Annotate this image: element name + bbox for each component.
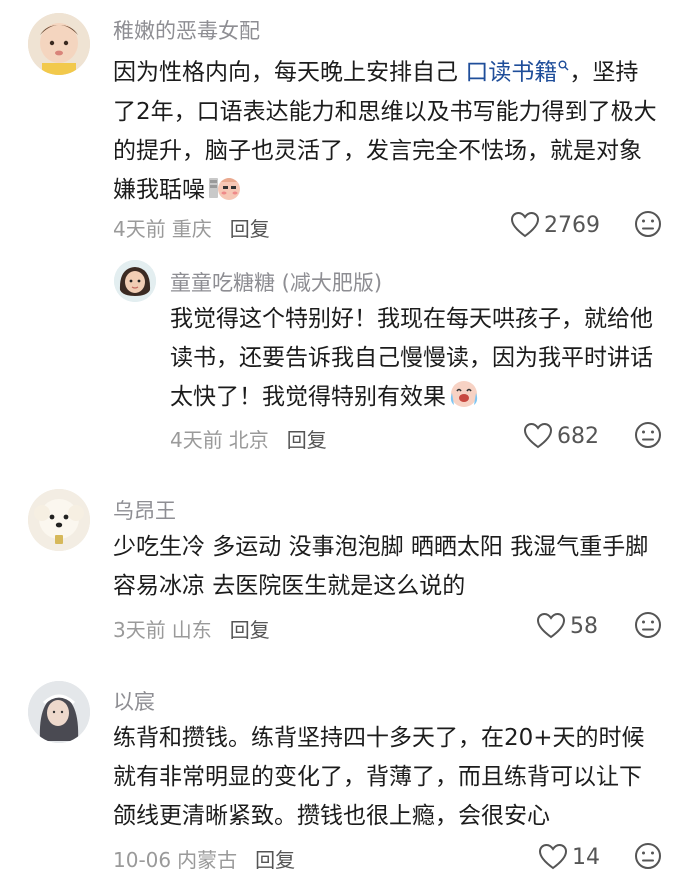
like-count: 14 xyxy=(572,844,600,870)
like-count: 682 xyxy=(557,423,599,449)
comment-location: 重庆 xyxy=(171,217,212,241)
comment-location: 北京 xyxy=(228,428,269,452)
comment-time: 3天前 xyxy=(113,618,166,642)
heart-icon xyxy=(536,612,566,639)
username[interactable]: 以宸 xyxy=(113,686,155,716)
crying-laughing-emoji-icon xyxy=(448,379,480,422)
dog-avatar-icon xyxy=(28,489,90,551)
unhappy-face-icon xyxy=(635,422,661,448)
avatar[interactable] xyxy=(114,260,156,302)
comment-text-body: 练背和攒钱。练背坚持四十多天了，在20+天的时候就有非常明显的变化了，背薄了，而… xyxy=(113,725,645,829)
search-icon[interactable] xyxy=(558,48,569,87)
dislike-button[interactable] xyxy=(634,421,662,453)
heart-icon xyxy=(538,843,568,870)
like-button[interactable]: 58 xyxy=(536,612,598,640)
comment-text-before: 因为性格内向，每天晚上安排自己 xyxy=(113,59,466,86)
username[interactable]: 乌昂王 xyxy=(113,495,176,525)
search-keyword-link[interactable]: 口读书籍 xyxy=(465,60,557,86)
comment-meta: 3天前 山东 回复 xyxy=(113,614,270,643)
comment-text: 少吃生冷 多运动 没事泡泡脚 晒晒太阳 我湿气重手脚容易冰凉 去医院医生就是这么… xyxy=(113,528,661,606)
like-count: 2769 xyxy=(544,212,600,238)
comment-location: 内蒙古 xyxy=(177,848,238,872)
unhappy-face-icon xyxy=(635,211,661,237)
comment-time: 4天前 xyxy=(113,217,166,241)
baby-avatar-icon xyxy=(28,13,90,75)
heart-icon xyxy=(523,422,553,449)
comment-meta: 10-06 内蒙古 回复 xyxy=(113,844,295,873)
username[interactable]: 稚嫩的恶毒女配 xyxy=(113,15,260,45)
shy-face-emoji-icon xyxy=(207,172,241,215)
comment-meta: 4天前 重庆 回复 xyxy=(113,213,270,242)
comment-text-body: 我觉得这个特别好！我现在每天哄孩子，就给他读书，还要告诉我自己慢慢读，因为我平时… xyxy=(170,306,653,410)
dislike-button[interactable] xyxy=(634,210,662,242)
comment-location: 山东 xyxy=(171,618,212,642)
like-button[interactable]: 2769 xyxy=(510,211,600,239)
heart-icon xyxy=(510,211,540,238)
avatar[interactable] xyxy=(28,13,90,75)
avatar[interactable] xyxy=(28,489,90,551)
like-count: 58 xyxy=(570,613,598,639)
comment-text: 我觉得这个特别好！我现在每天哄孩子，就给他读书，还要告诉我自己慢慢读，因为我平时… xyxy=(170,300,665,422)
reply-button[interactable]: 回复 xyxy=(230,217,270,241)
comment-time: 10-06 xyxy=(113,848,172,872)
girl-avatar-icon xyxy=(114,260,156,302)
reply-button[interactable]: 回复 xyxy=(230,618,270,642)
woman-avatar-icon xyxy=(28,681,90,743)
comment-meta: 4天前 北京 回复 xyxy=(170,424,327,453)
reply-button[interactable]: 回复 xyxy=(287,428,327,452)
unhappy-face-icon xyxy=(635,612,661,638)
like-button[interactable]: 682 xyxy=(523,422,599,450)
username[interactable]: 童童吃糖糖 (减大肥版) xyxy=(170,267,382,297)
unhappy-face-icon xyxy=(635,843,661,869)
comment-text: 练背和攒钱。练背坚持四十多天了，在20+天的时候就有非常明显的变化了，背薄了，而… xyxy=(113,719,661,836)
avatar[interactable] xyxy=(28,681,90,743)
comment-text-body: 少吃生冷 多运动 没事泡泡脚 晒晒太阳 我湿气重手脚容易冰凉 去医院医生就是这么… xyxy=(113,534,649,599)
comment-time: 4天前 xyxy=(170,428,223,452)
comment-text: 因为性格内向，每天晚上安排自己 口读书籍 ，坚持了2年，口语表达能力和思维以及书… xyxy=(113,48,661,215)
reply-button[interactable]: 回复 xyxy=(255,848,295,872)
dislike-button[interactable] xyxy=(634,842,662,874)
dislike-button[interactable] xyxy=(634,611,662,643)
like-button[interactable]: 14 xyxy=(538,843,600,871)
